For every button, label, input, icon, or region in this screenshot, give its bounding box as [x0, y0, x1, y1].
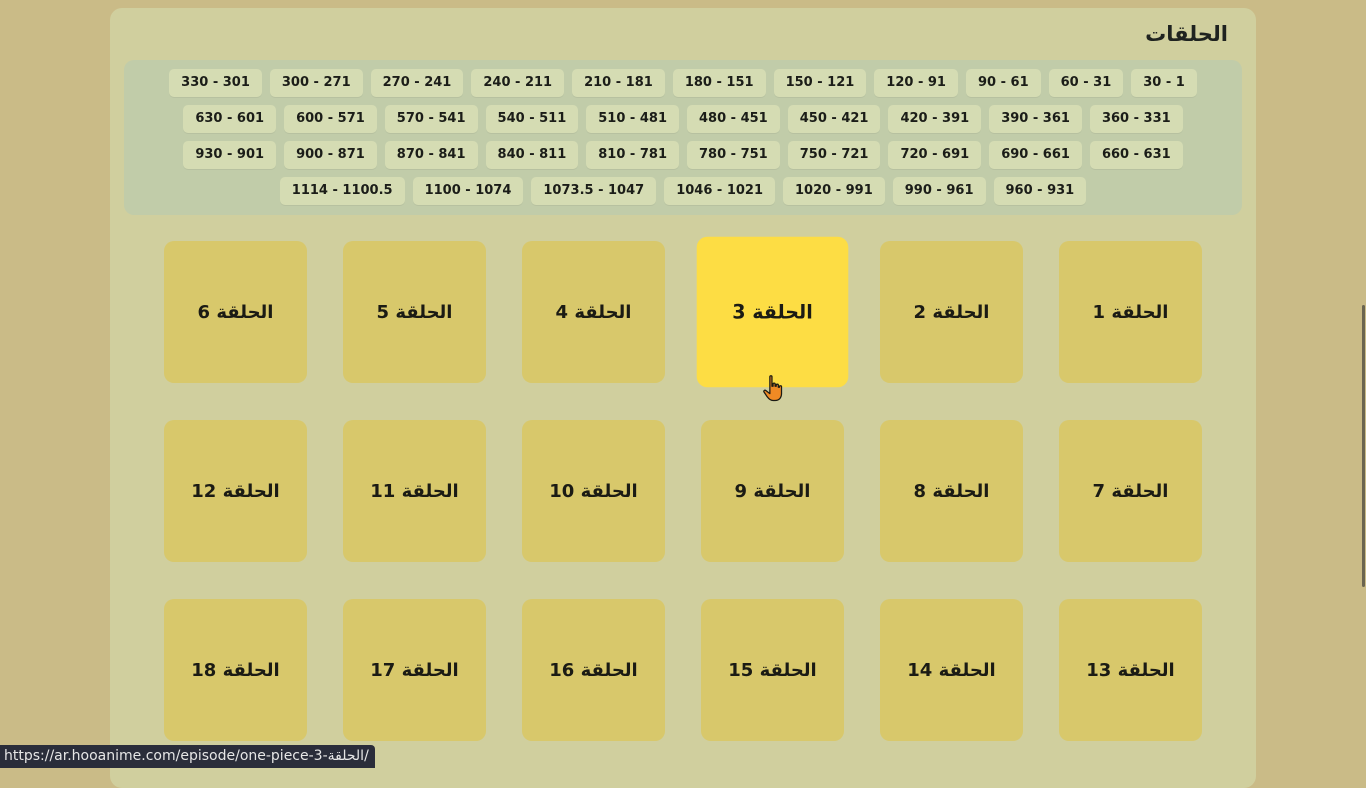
- episode-card[interactable]: الحلقة 15: [701, 599, 844, 741]
- episode-ranges: 30 - 1 60 - 31 90 - 61 120 - 91 150 - 121 180…: [124, 60, 1242, 215]
- episode-label: الحلقة 13: [1086, 659, 1175, 681]
- range-button[interactable]: 390 - 361: [989, 105, 1082, 133]
- episode-label: الحلقة 12: [191, 480, 280, 502]
- range-button[interactable]: 960 - 931: [993, 177, 1087, 205]
- range-button[interactable]: 450 - 421: [787, 105, 881, 133]
- episode-label: الحلقة 11: [370, 480, 459, 502]
- hand-pointer-icon: [763, 375, 783, 402]
- episode-card[interactable]: الحلقة 16: [522, 599, 665, 741]
- episode-card[interactable]: الحلقة 4: [522, 241, 665, 383]
- episode-label: الحلقة 10: [549, 480, 638, 502]
- scrollbar[interactable]: [1361, 0, 1366, 768]
- range-button[interactable]: 30 - 1: [1131, 69, 1197, 97]
- episode-label: الحلقة 17: [370, 659, 459, 681]
- episode-label: الحلقة 14: [907, 659, 996, 681]
- range-button[interactable]: 180 - 151: [672, 69, 766, 97]
- range-button[interactable]: 690 - 661: [989, 141, 1082, 169]
- episode-label: الحلقة 18: [191, 659, 280, 681]
- range-button[interactable]: 1020 - 991: [783, 177, 885, 205]
- range-button[interactable]: 1046 - 1021: [664, 177, 775, 205]
- range-button[interactable]: 600 - 571: [284, 105, 377, 133]
- episode-card[interactable]: الحلقة 13: [1059, 599, 1202, 741]
- range-button[interactable]: 1073.5 - 1047: [531, 177, 657, 205]
- episode-card[interactable]: الحلقة 9: [701, 420, 844, 562]
- episode-label: الحلقة 8: [913, 480, 990, 502]
- episodes-grid: الحلقة 1 الحلقة 2 الحلقة 3 الحلقة 4 الحلقة 5…: [164, 236, 1202, 741]
- range-button[interactable]: 660 - 631: [1089, 141, 1183, 169]
- range-button[interactable]: 480 - 451: [687, 105, 780, 133]
- episodes-panel: الحلقات 30 - 1 60 - 31 90 - 61 120 - 91 150 …: [110, 8, 1256, 788]
- episode-card[interactable]: الحلقة 8: [880, 420, 1023, 562]
- range-button[interactable]: 210 - 181: [572, 69, 665, 97]
- range-button[interactable]: 750 - 721: [787, 141, 881, 169]
- episode-label: الحلقة 2: [913, 301, 990, 323]
- range-button[interactable]: 870 - 841: [384, 141, 478, 169]
- range-button[interactable]: 540 - 511: [485, 105, 579, 133]
- range-button[interactable]: 330 - 301: [169, 69, 262, 97]
- range-button[interactable]: 240 - 211: [471, 69, 565, 97]
- episode-label: الحلقة 7: [1092, 480, 1169, 502]
- range-button[interactable]: 990 - 961: [892, 177, 986, 205]
- range-button[interactable]: 150 - 121: [773, 69, 867, 97]
- episode-card[interactable]: الحلقة 5: [343, 241, 486, 383]
- episode-label: الحلقة 5: [376, 301, 453, 323]
- range-button[interactable]: 930 - 901: [183, 141, 277, 169]
- range-button[interactable]: 60 - 31: [1048, 69, 1124, 97]
- range-button[interactable]: 270 - 241: [370, 69, 464, 97]
- ranges-list: 30 - 1 60 - 31 90 - 61 120 - 91 150 - 121 180…: [124, 60, 1242, 205]
- episode-card[interactable]: الحلقة 14: [880, 599, 1023, 741]
- episode-label: الحلقة 16: [549, 659, 638, 681]
- range-button[interactable]: 630 - 601: [183, 105, 277, 133]
- episode-label: الحلقة 9: [734, 480, 811, 502]
- episode-label: الحلقة 3: [732, 300, 813, 324]
- range-button[interactable]: 1114 - 1100.5: [279, 177, 405, 205]
- episode-label: الحلقة 6: [197, 301, 274, 323]
- range-button[interactable]: 900 - 871: [284, 141, 377, 169]
- range-button[interactable]: 120 - 91: [874, 69, 958, 97]
- episode-card[interactable]: الحلقة 7: [1059, 420, 1202, 562]
- episode-label: الحلقة 15: [728, 659, 817, 681]
- range-button[interactable]: 300 - 271: [269, 69, 363, 97]
- range-button[interactable]: 840 - 811: [485, 141, 579, 169]
- range-button[interactable]: 90 - 61: [965, 69, 1041, 97]
- episode-label: الحلقة 4: [555, 301, 632, 323]
- episode-card[interactable]: الحلقة 12: [164, 420, 307, 562]
- episode-card[interactable]: الحلقة 3: [696, 236, 849, 402]
- range-button[interactable]: 360 - 331: [1089, 105, 1183, 133]
- episode-label: الحلقة 1: [1092, 301, 1169, 323]
- episode-card[interactable]: الحلقة 10: [522, 420, 665, 562]
- episode-card[interactable]: الحلقة 6: [164, 241, 307, 383]
- range-button[interactable]: 780 - 751: [687, 141, 780, 169]
- status-bar-url: https://ar.hooanime.com/episode/one-piec…: [0, 745, 375, 768]
- range-button[interactable]: 420 - 391: [888, 105, 982, 133]
- episode-card[interactable]: الحلقة 11: [343, 420, 486, 562]
- range-button[interactable]: 570 - 541: [384, 105, 478, 133]
- range-button[interactable]: 810 - 781: [586, 141, 679, 169]
- scrollbar-thumb[interactable]: [1362, 305, 1365, 587]
- episode-card[interactable]: الحلقة 2: [880, 241, 1023, 383]
- range-button[interactable]: 720 - 691: [888, 141, 982, 169]
- range-button[interactable]: 510 - 481: [586, 105, 679, 133]
- range-button[interactable]: 1100 - 1074: [412, 177, 524, 205]
- episode-card[interactable]: الحلقة 1: [1059, 241, 1202, 383]
- episode-card[interactable]: الحلقة 18: [164, 599, 307, 741]
- episode-card[interactable]: الحلقة 17: [343, 599, 486, 741]
- section-title: الحلقات: [1145, 22, 1228, 46]
